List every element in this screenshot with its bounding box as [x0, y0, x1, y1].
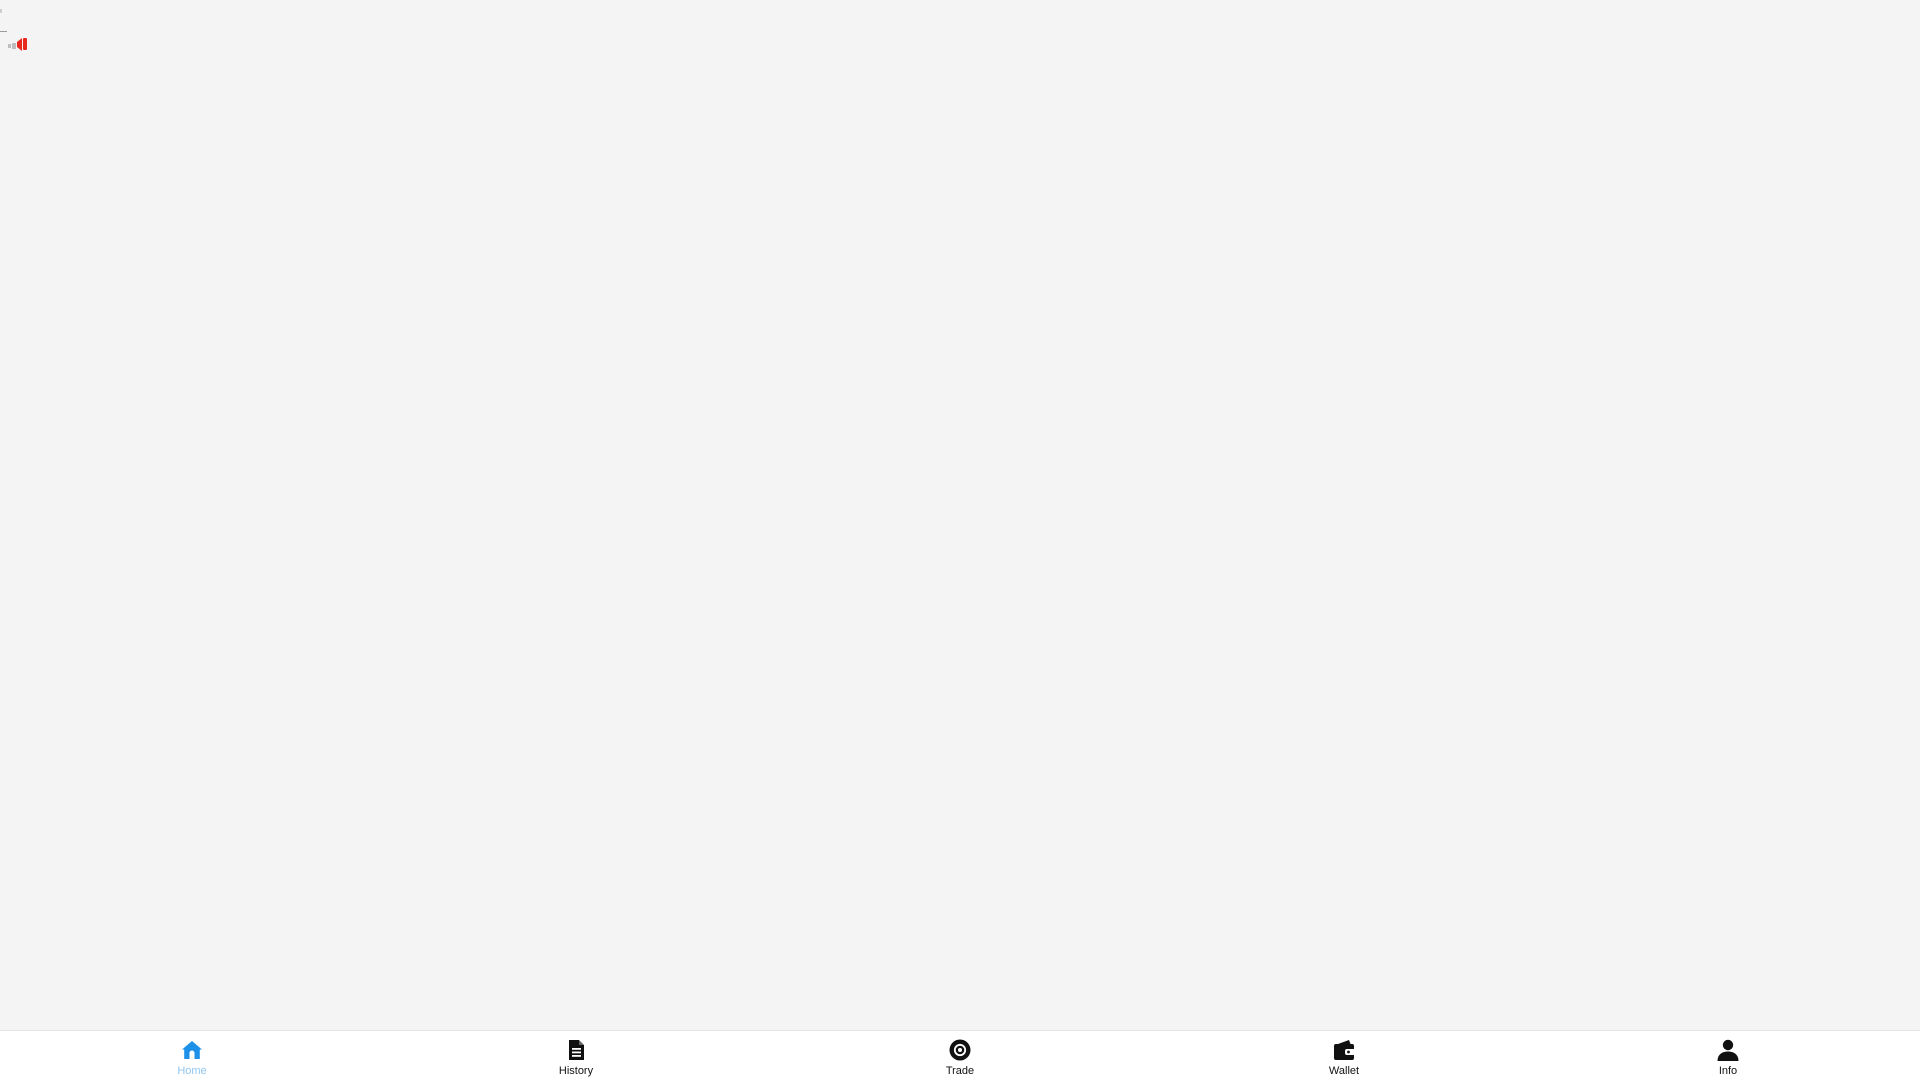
- home-icon: [180, 1038, 204, 1062]
- trade-icon: [948, 1038, 972, 1062]
- user-icon: [1716, 1038, 1740, 1062]
- tab-trade[interactable]: Trade: [768, 1031, 1152, 1080]
- corner-dash: [0, 31, 7, 32]
- tab-info-label: Info: [1718, 1065, 1738, 1077]
- sound-icon[interactable]: [7, 36, 29, 52]
- document-icon: [564, 1038, 588, 1062]
- app-page: Home History Trade Wallet Info: [0, 0, 1920, 1080]
- tab-home-label: Home: [177, 1065, 207, 1077]
- wallet-icon: [1332, 1038, 1356, 1062]
- tab-wallet-label: Wallet: [1328, 1065, 1360, 1077]
- tab-history-label: History: [558, 1065, 594, 1077]
- corner-mark: [0, 9, 2, 13]
- tab-trade-label: Trade: [945, 1065, 975, 1077]
- tab-wallet[interactable]: Wallet: [1152, 1031, 1536, 1080]
- bottom-tab-bar: Home History Trade Wallet Info: [0, 1030, 1920, 1080]
- tab-home[interactable]: Home: [0, 1031, 384, 1080]
- tab-history[interactable]: History: [384, 1031, 768, 1080]
- tab-info[interactable]: Info: [1536, 1031, 1920, 1080]
